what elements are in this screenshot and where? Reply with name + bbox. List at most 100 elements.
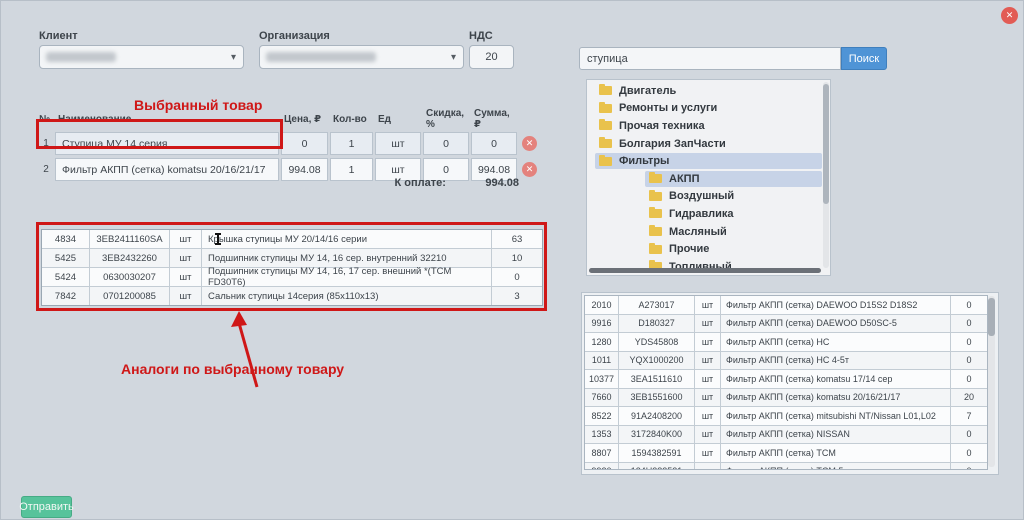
analog-row[interactable]: 4834 3EB2411160SA шт Крышка ступицы МУ 2… bbox=[42, 230, 542, 249]
send-button[interactable]: Отправить bbox=[21, 496, 72, 518]
tree-item[interactable]: Масляный bbox=[587, 223, 822, 241]
search-button[interactable]: Поиск bbox=[841, 47, 887, 70]
col-sum: Сумма, ₽ bbox=[471, 108, 517, 130]
analog-name[interactable]: Сальник ступицы 14серия (85х110х13) bbox=[202, 287, 492, 305]
analog-name[interactable]: Крышка ступицы МУ 20/14/16 серии bbox=[202, 230, 492, 248]
client-select[interactable]: ▾ bbox=[39, 45, 244, 69]
catalog-name[interactable]: Фильтр АКПП (сетка) HC bbox=[721, 333, 951, 351]
category-tree: Двигатель Ремонты и услуги Прочая техник… bbox=[586, 79, 831, 276]
search-input[interactable] bbox=[579, 47, 841, 70]
catalog-id: 7660 bbox=[585, 389, 619, 407]
cart-row[interactable]: 1 Ступица МУ 14 серия 0 1 шт 0 0 ✕ bbox=[39, 132, 539, 155]
catalog-unit: шт bbox=[695, 407, 721, 425]
catalog-row[interactable]: 1011 YQX1000200 шт Фильтр АКПП (сетка) H… bbox=[585, 352, 987, 371]
tree-item[interactable]: Прочая техника bbox=[587, 117, 822, 135]
catalog-code: A273017 bbox=[619, 296, 695, 314]
analog-unit: шт bbox=[170, 287, 202, 305]
tree-item-label: Воздушный bbox=[669, 190, 734, 202]
catalog-id: 2010 bbox=[585, 296, 619, 314]
catalog-row[interactable]: 7660 3EB1551600 шт Фильтр АКПП (сетка) k… bbox=[585, 389, 987, 408]
catalog-row[interactable]: 9920 124U382521 шт Фильтр АКПП (сетка) T… bbox=[585, 463, 987, 471]
tree-item[interactable]: Прочие bbox=[587, 240, 822, 258]
analogs-table: 4834 3EB2411160SA шт Крышка ступицы МУ 2… bbox=[41, 229, 543, 306]
analog-name[interactable]: Подшипник ступицы МУ 14, 16, 17 сер. вне… bbox=[202, 268, 492, 286]
col-qty: Кол-во bbox=[330, 114, 373, 125]
organization-label: Организация bbox=[259, 30, 464, 42]
tree-item[interactable]: Фильтры bbox=[587, 152, 822, 170]
catalog-row[interactable]: 1353 3172840K00 шт Фильтр АКПП (сетка) N… bbox=[585, 426, 987, 445]
catalog-unit: шт bbox=[695, 463, 721, 471]
catalog-name[interactable]: Фильтр АКПП (сетка) DAEWOO D50SC-5 bbox=[721, 315, 951, 333]
analog-code: 0701200085 bbox=[90, 287, 170, 305]
catalog-unit: шт bbox=[695, 296, 721, 314]
catalog-unit: шт bbox=[695, 315, 721, 333]
client-field: Клиент ▾ bbox=[39, 30, 244, 69]
tree-horizontal-scrollbar[interactable] bbox=[589, 268, 821, 273]
tree-item[interactable]: АКПП bbox=[587, 170, 822, 188]
catalog-row[interactable]: 2010 A273017 шт Фильтр АКПП (сетка) DAEW… bbox=[585, 296, 987, 315]
catalog-code: 3EA1511610 bbox=[619, 370, 695, 388]
close-icon[interactable]: ✕ bbox=[1001, 7, 1018, 24]
tree-item[interactable]: Двигатель bbox=[587, 82, 822, 100]
catalog-name[interactable]: Фильтр АКПП (сетка) TCM 5т bbox=[721, 463, 951, 471]
catalog-name[interactable]: Фильтр АКПП (сетка) komatsu 17/14 сер bbox=[721, 370, 951, 388]
total-label: К оплате: bbox=[395, 177, 446, 189]
analog-name[interactable]: Подшипник ступицы МУ 14, 16 сер. внутрен… bbox=[202, 249, 492, 267]
catalog-name[interactable]: Фильтр АКПП (сетка) TCM bbox=[721, 444, 951, 462]
catalog-id: 1280 bbox=[585, 333, 619, 351]
catalog-code: YQX1000200 bbox=[619, 352, 695, 370]
catalog-name[interactable]: Фильтр АКПП (сетка) mitsubishi NT/Nissan… bbox=[721, 407, 951, 425]
catalog-vertical-scrollbar[interactable] bbox=[988, 296, 995, 467]
catalog-unit: шт bbox=[695, 426, 721, 444]
cart-row-discount[interactable]: 0 bbox=[423, 132, 469, 155]
cart-row-qty[interactable]: 1 bbox=[330, 132, 373, 155]
tree-item-label: Болгария ЗапЧасти bbox=[619, 138, 726, 150]
cart-row-sum: 0 bbox=[471, 132, 517, 155]
catalog-id: 8522 bbox=[585, 407, 619, 425]
catalog-name[interactable]: Фильтр АКПП (сетка) HC 4-5т bbox=[721, 352, 951, 370]
catalog-row[interactable]: 1280 YDS45808 шт Фильтр АКПП (сетка) HC … bbox=[585, 333, 987, 352]
tree-vertical-scrollbar[interactable] bbox=[823, 82, 829, 268]
catalog-code: 3EB1551600 bbox=[619, 389, 695, 407]
catalog-name[interactable]: Фильтр АКПП (сетка) komatsu 20/16/21/17 bbox=[721, 389, 951, 407]
catalog-table: 2010 A273017 шт Фильтр АКПП (сетка) DAEW… bbox=[584, 295, 988, 470]
delete-row-icon[interactable]: ✕ bbox=[522, 136, 537, 151]
catalog-name[interactable]: Фильтр АКПП (сетка) DAEWOO D15S2 D18S2 bbox=[721, 296, 951, 314]
cart-row-name[interactable]: Ступица МУ 14 серия bbox=[55, 132, 279, 155]
col-name: Наименование bbox=[55, 114, 279, 125]
catalog-code: 1594382591 bbox=[619, 444, 695, 462]
col-discount: Скидка, % bbox=[423, 108, 469, 130]
cart-row-price[interactable]: 0 bbox=[281, 132, 328, 155]
tree-item[interactable]: Гидравлика bbox=[587, 205, 822, 223]
tree-items: Двигатель Ремонты и услуги Прочая техник… bbox=[587, 82, 822, 276]
catalog-unit: шт bbox=[695, 352, 721, 370]
client-label: Клиент bbox=[39, 30, 244, 42]
folder-icon bbox=[599, 86, 612, 95]
organization-select[interactable]: ▾ bbox=[259, 45, 464, 69]
tree-item[interactable]: Ремонты и услуги bbox=[587, 100, 822, 118]
catalog-qty: 0 bbox=[951, 296, 987, 314]
tree-item-label: Масляный bbox=[669, 226, 727, 238]
catalog-row[interactable]: 8522 91A2408200 шт Фильтр АКПП (сетка) m… bbox=[585, 407, 987, 426]
catalog-row[interactable]: 10377 3EA1511610 шт Фильтр АКПП (сетка) … bbox=[585, 370, 987, 389]
search-bar: Поиск bbox=[579, 47, 841, 70]
text-cursor bbox=[217, 233, 219, 245]
catalog-row[interactable]: 8807 1594382591 шт Фильтр АКПП (сетка) T… bbox=[585, 444, 987, 463]
delete-row-icon[interactable]: ✕ bbox=[522, 162, 537, 177]
catalog-name[interactable]: Фильтр АКПП (сетка) NISSAN bbox=[721, 426, 951, 444]
analog-row[interactable]: 5424 0630030207 шт Подшипник ступицы МУ … bbox=[42, 268, 542, 287]
analog-row[interactable]: 7842 0701200085 шт Сальник ступицы 14сер… bbox=[42, 287, 542, 305]
catalog-code: 124U382521 bbox=[619, 463, 695, 471]
folder-icon bbox=[649, 227, 662, 236]
folder-icon bbox=[649, 209, 662, 218]
catalog-unit: шт bbox=[695, 389, 721, 407]
tree-item[interactable]: Воздушный bbox=[587, 188, 822, 206]
analog-id: 5424 bbox=[42, 268, 90, 286]
tree-item-label: Двигатель bbox=[619, 85, 676, 97]
vat-input[interactable] bbox=[469, 45, 514, 69]
cart-row-unit: шт bbox=[375, 132, 421, 155]
folder-icon bbox=[599, 104, 612, 113]
catalog-qty: 7 bbox=[951, 407, 987, 425]
catalog-row[interactable]: 9916 D180327 шт Фильтр АКПП (сетка) DAEW… bbox=[585, 315, 987, 334]
tree-item[interactable]: Болгария ЗапЧасти bbox=[587, 135, 822, 153]
